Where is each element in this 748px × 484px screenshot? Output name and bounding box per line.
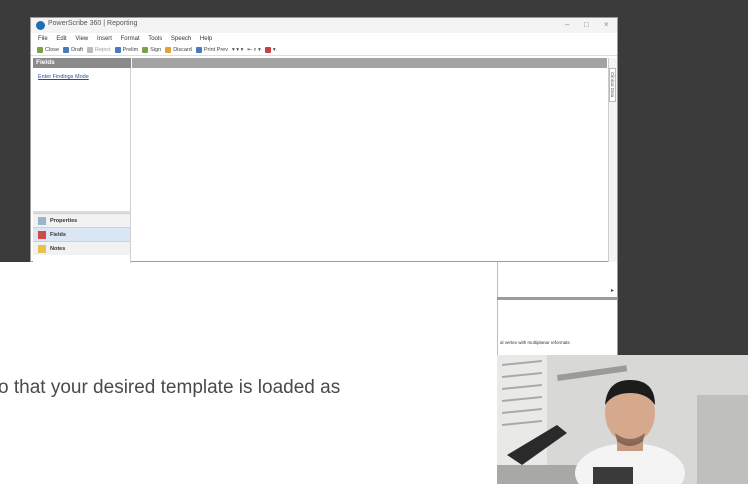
title-bar: PowerScribe 360 | Reporting – □ × bbox=[31, 18, 617, 33]
clinical-data-tab[interactable]: Clinical Data bbox=[609, 68, 616, 102]
print-icon bbox=[195, 47, 202, 53]
fields-panel-header: Fields bbox=[33, 58, 131, 68]
video-backdrop-right bbox=[618, 0, 748, 355]
enter-findings-mode-link[interactable]: Enter Findings Mode bbox=[38, 74, 89, 80]
sign-icon bbox=[142, 47, 149, 53]
format-dropdown[interactable]: ▾ ▾ ▾ bbox=[232, 47, 243, 53]
sign-button[interactable]: Sign bbox=[142, 47, 161, 53]
notes-icon bbox=[38, 244, 46, 253]
discard-button[interactable]: Discard bbox=[165, 47, 192, 53]
menu-format[interactable]: Format bbox=[121, 36, 140, 42]
webcam-overlay bbox=[497, 355, 748, 484]
menu-help[interactable]: Help bbox=[200, 36, 212, 42]
editor-header-bar bbox=[132, 58, 607, 68]
presenter-video-image bbox=[497, 355, 748, 484]
menu-view[interactable]: View bbox=[75, 36, 88, 42]
side-tab-fields[interactable]: Fields bbox=[33, 227, 130, 241]
scroll-down-arrow-icon[interactable]: ▸ bbox=[611, 287, 614, 294]
prelim-icon bbox=[114, 47, 121, 53]
draft-button[interactable]: Draft bbox=[63, 47, 83, 53]
close-report-button[interactable]: Close bbox=[37, 47, 59, 53]
side-tab-notes[interactable]: Notes bbox=[33, 241, 130, 255]
app-logo-icon bbox=[36, 21, 45, 30]
reject-button[interactable]: Reject bbox=[86, 47, 111, 53]
video-caption: o that your desired template is loaded a… bbox=[0, 377, 341, 398]
menu-edit[interactable]: Edit bbox=[56, 36, 66, 42]
draft-icon bbox=[63, 47, 70, 53]
window-title: PowerScribe 360 | Reporting bbox=[48, 20, 138, 27]
powerscribe-window: PowerScribe 360 | Reporting – □ × File E… bbox=[30, 17, 618, 263]
discard-icon bbox=[165, 47, 172, 53]
zoom-button[interactable]: ⇤ ⌕ ▾ bbox=[247, 47, 261, 54]
minimize-button[interactable]: – bbox=[565, 20, 569, 29]
menu-file[interactable]: File bbox=[38, 36, 48, 42]
report-text-snippet: al vertex with multiplanar reformats bbox=[500, 340, 570, 345]
menu-speech[interactable]: Speech bbox=[171, 36, 191, 42]
menu-tools[interactable]: Tools bbox=[148, 36, 162, 42]
print-preview-button[interactable]: Print Prev bbox=[195, 47, 228, 53]
maximize-button[interactable]: □ bbox=[584, 20, 589, 29]
fields-icon bbox=[38, 230, 46, 239]
prelim-button[interactable]: Prelim bbox=[114, 47, 138, 53]
close-icon bbox=[37, 47, 43, 53]
reject-icon bbox=[86, 47, 93, 53]
properties-icon bbox=[38, 216, 46, 225]
menu-insert[interactable]: Insert bbox=[97, 36, 112, 42]
toolbar: Close Draft Reject Prelim Sign Discard P… bbox=[31, 45, 617, 56]
side-tab-properties[interactable]: Properties bbox=[33, 213, 130, 227]
macro-button[interactable]: ▾ bbox=[264, 47, 276, 53]
close-window-button[interactable]: × bbox=[604, 20, 609, 29]
editor-splitter[interactable] bbox=[497, 297, 618, 300]
menu-bar: File Edit View Insert Format Tools Speec… bbox=[31, 34, 617, 44]
macro-icon bbox=[264, 47, 271, 53]
